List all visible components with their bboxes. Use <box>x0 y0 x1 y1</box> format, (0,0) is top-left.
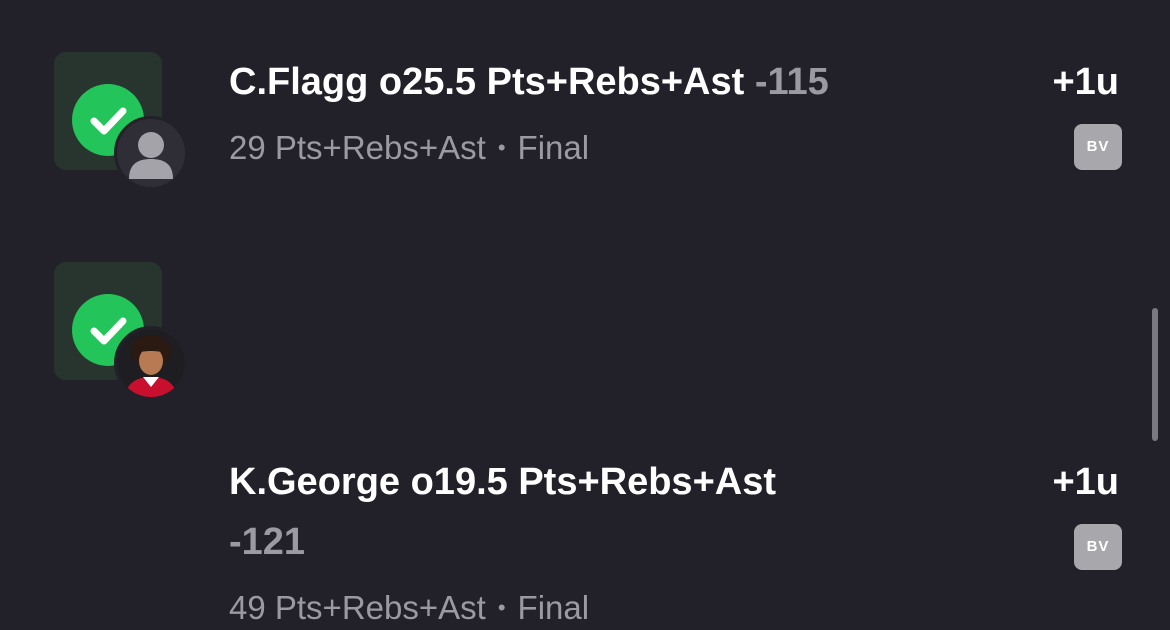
game-status: Final <box>517 589 590 626</box>
capper-badge[interactable]: BV <box>1074 124 1122 170</box>
result-stat: 49 Pts+Rebs+Ast <box>229 589 486 626</box>
player-pick: C.Flagg o25.5 Pts+Rebs+Ast <box>229 61 745 103</box>
bet-status-tile <box>54 52 188 190</box>
odds: -115 <box>754 61 829 103</box>
odds: -121 <box>229 521 306 563</box>
player-pick: K.George o19.5 Pts+Rebs+Ast <box>229 461 776 503</box>
result-stat: 29 Pts+Rebs+Ast <box>229 129 486 166</box>
bet-title: C.Flagg o25.5 Pts+Rebs+Ast -115 <box>229 52 829 112</box>
units-result: +1u <box>1052 61 1119 103</box>
bet-row[interactable]: C.Flagg o25.5 Pts+Rebs+Ast -115 29 Pts+R… <box>0 0 1170 220</box>
default-avatar-icon <box>114 116 188 190</box>
separator: • <box>497 595 506 620</box>
player-photo-avatar <box>114 326 188 400</box>
units-result: +1u <box>1052 461 1119 503</box>
bet-row[interactable]: K.George o19.5 Pts+Rebs+Ast -121 49 Pts+… <box>0 220 1170 626</box>
game-status: Final <box>517 129 590 166</box>
bet-status-tile <box>54 262 188 400</box>
bet-result-line: 49 Pts+Rebs+Ast • Final <box>229 586 589 630</box>
separator: • <box>497 135 506 160</box>
capper-badge[interactable]: BV <box>1074 524 1122 570</box>
bet-result-line: 29 Pts+Rebs+Ast • Final <box>229 126 589 170</box>
scrollbar[interactable] <box>1152 308 1158 441</box>
